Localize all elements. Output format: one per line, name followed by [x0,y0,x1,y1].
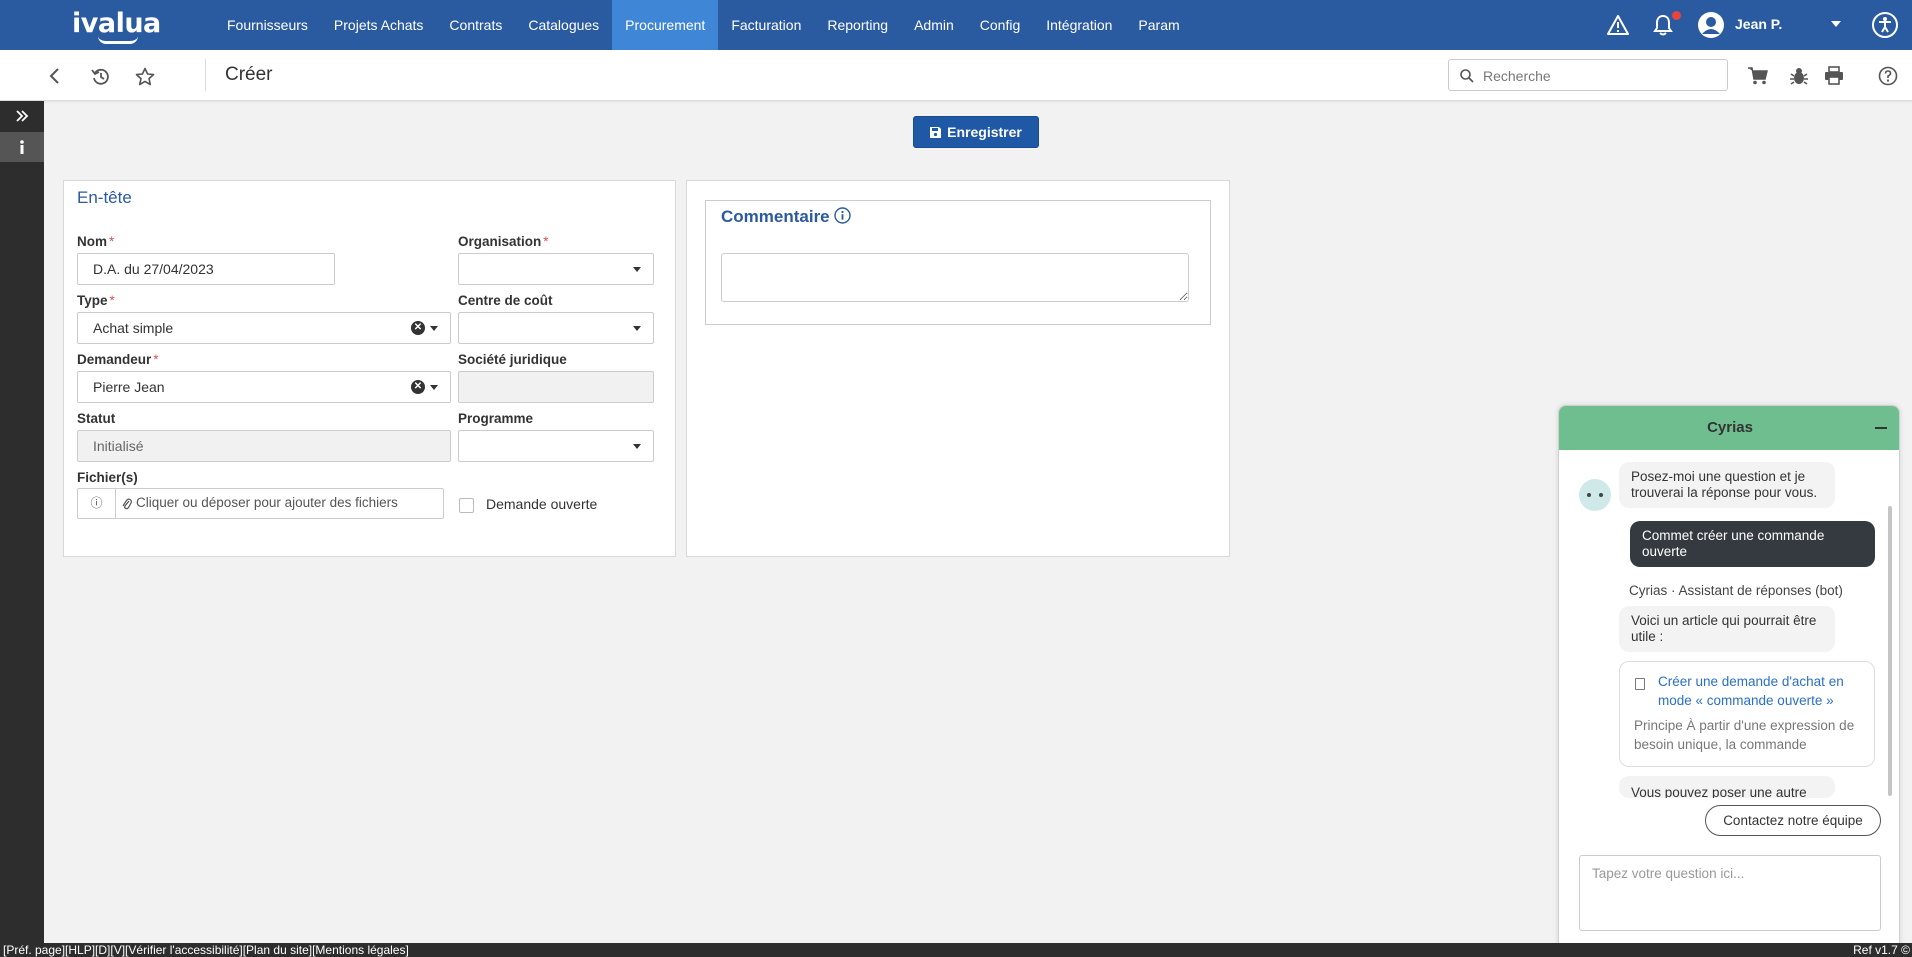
expand-sidebar-button[interactable] [0,101,44,131]
search-box[interactable] [1448,59,1728,91]
statut-label: Statut [77,411,116,426]
clear-icon[interactable]: ✕ [411,380,425,394]
menu-item-catalogues[interactable]: Catalogues [515,0,612,50]
top-navigation-bar: ivalua Fournisseurs Projets Achats Contr… [0,0,1912,50]
dropdown-caret-icon [430,385,438,390]
cart-icon[interactable] [1748,67,1768,85]
article-card[interactable]: Créer une demande d'achat en mode « comm… [1619,661,1875,767]
info-icon [20,140,24,154]
page-title: Créer [225,64,273,85]
organisation-select[interactable] [458,253,654,285]
user-message: Commet créer une commande ouverte [1630,521,1875,567]
ivalua-logo[interactable]: ivalua [72,8,161,44]
societe-juridique-label: Société juridique [458,352,567,367]
toolbar-divider [205,59,206,91]
page-toolbar: Créer [0,50,1912,101]
double-chevron-right-icon [16,110,29,122]
bot-meta: Cyrias · Assistant de réponses (bot) [1629,583,1843,598]
accessibility-icon[interactable] [1872,12,1898,38]
demande-ouverte-label[interactable]: Demande ouverte [486,496,597,512]
demandeur-select[interactable]: Pierre Jean ✕ [77,371,451,403]
star-icon[interactable] [135,67,155,87]
chat-scrollbar[interactable] [1888,506,1892,796]
menu-item-integration[interactable]: Intégration [1033,0,1125,50]
menu-item-admin[interactable]: Admin [901,0,967,50]
file-dropzone-text: Cliquer ou déposer pour ajouter des fich… [136,495,398,510]
floppy-disk-icon [930,126,942,138]
main-menu: Fournisseurs Projets Achats Contrats Cat… [214,0,1193,50]
comment-textarea[interactable] [721,253,1189,302]
menu-item-fournisseurs[interactable]: Fournisseurs [214,0,321,50]
footer-version: Ref v1.7 © [1853,943,1910,957]
nom-label: Nom * [77,234,115,249]
demande-ouverte-checkbox[interactable] [459,498,474,513]
info-panel-button[interactable] [0,132,44,162]
centre-cout-label: Centre de coût [458,293,553,308]
type-label: Type * [77,293,115,308]
societe-juridique-field [458,371,654,403]
history-icon[interactable] [91,67,111,87]
save-button[interactable]: Enregistrer [913,116,1039,148]
dropdown-caret-icon [633,326,641,331]
menu-item-contrats[interactable]: Contrats [436,0,515,50]
search-input[interactable] [1483,66,1713,86]
search-icon [1460,69,1474,83]
programme-select[interactable] [458,430,654,462]
clear-icon[interactable]: ✕ [411,321,425,335]
user-avatar-icon[interactable] [1697,11,1725,39]
bot-reply-message: Voici un article qui pourrait être utile… [1619,606,1835,652]
chevron-down-icon[interactable] [1831,21,1841,28]
footer-bar: [Préf. page][HLP][D][V][Vérifier l'acces… [0,943,1912,957]
footer-links[interactable]: [Préf. page][HLP][D][V][Vérifier l'acces… [3,943,409,957]
menu-item-projets-achats[interactable]: Projets Achats [321,0,437,50]
programme-label: Programme [458,411,534,426]
chat-header: Cyrias [1559,406,1899,450]
statut-field: Initialisé [77,430,451,462]
bug-icon[interactable] [1789,66,1809,86]
dropdown-caret-icon [430,326,438,331]
chat-question-input[interactable] [1579,855,1881,931]
contact-team-button[interactable]: Contactez notre équipe [1705,805,1881,836]
menu-item-param[interactable]: Param [1125,0,1192,50]
document-icon [1635,678,1645,690]
centre-cout-select[interactable] [458,312,654,344]
warning-icon[interactable] [1606,14,1630,36]
info-circle-icon[interactable] [834,207,852,224]
partial-bot-message: Vous pouvez poser une autre [1619,776,1835,798]
organisation-label: Organisation * [458,234,549,249]
article-excerpt: Principe À partir d'une expression de be… [1634,718,1855,752]
chatbot-widget: Cyrias Posez-moi une question et je trou… [1558,405,1900,945]
dropdown-caret-icon [633,267,641,272]
minimize-icon[interactable] [1875,427,1887,429]
menu-item-procurement[interactable]: Procurement [612,0,719,50]
file-info-icon[interactable]: ⓘ [78,489,116,518]
nom-input[interactable]: D.A. du 27/04/2023 [77,253,335,285]
save-button-label: Enregistrer [947,124,1022,140]
user-name[interactable]: Jean P. [1735,16,1782,32]
file-dropzone[interactable]: ⓘ Cliquer ou déposer pour ajouter des fi… [77,488,444,519]
dropdown-caret-icon [633,444,641,449]
article-link[interactable]: Créer une demande d'achat en mode « comm… [1658,672,1863,710]
header-panel-title: En-tête [77,188,132,207]
bell-icon[interactable] [1653,14,1673,36]
bot-intro-message: Posez-moi une question et je trouverai l… [1619,462,1835,508]
menu-item-reporting[interactable]: Reporting [814,0,901,50]
demandeur-label: Demandeur * [77,352,159,367]
bot-avatar [1579,479,1611,511]
paperclip-icon [122,498,132,510]
menu-item-config[interactable]: Config [967,0,1033,50]
chat-title: Cyrias [1707,419,1753,436]
type-select[interactable]: Achat simple ✕ [77,312,451,344]
back-icon[interactable] [48,67,60,85]
help-icon[interactable] [1878,66,1898,86]
comment-title: Commentaire [721,207,852,227]
fichiers-label: Fichier(s) [77,470,138,485]
left-side-strip [0,101,44,943]
notification-dot [1672,11,1681,20]
print-icon[interactable] [1824,66,1844,85]
menu-item-facturation[interactable]: Facturation [718,0,814,50]
